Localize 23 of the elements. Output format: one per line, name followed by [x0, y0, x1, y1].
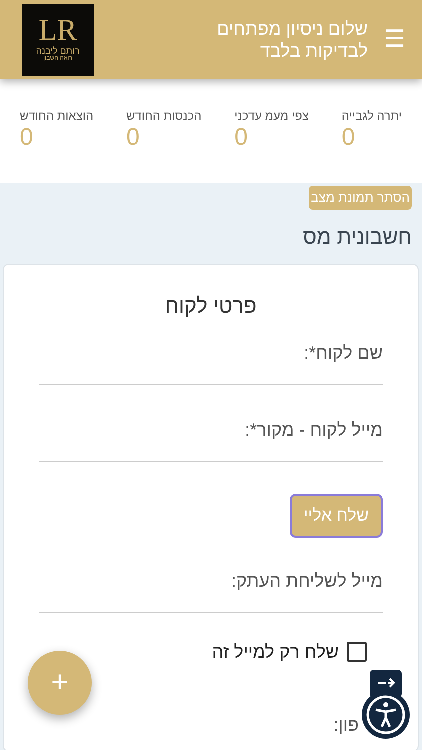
stat-value: 0: [126, 125, 140, 151]
hide-snapshot-button[interactable]: הסתר תמונת מצב: [309, 186, 412, 210]
card-title: פרטי לקוח: [164, 294, 258, 320]
checkbox[interactable]: [347, 642, 367, 662]
field-label: שם לקוח*:: [303, 342, 383, 365]
accessibility-widget-icon[interactable]: [361, 670, 411, 740]
menu-button[interactable]: ☰: [384, 28, 406, 52]
logo-monogram: LR: [38, 16, 78, 46]
checkbox-label: שלח רק למייל זה: [212, 640, 339, 664]
stat-label: יתרה לגבייה: [342, 108, 402, 125]
greeting-text: שלום ניסיון מפתחים לבדיקות בלבד: [216, 18, 368, 62]
stat-value: 0: [342, 125, 356, 151]
send-button[interactable]: שלח אליי: [290, 494, 383, 538]
field-label: מייל לקוח - מקור*:: [244, 419, 383, 442]
stat-value: 0: [234, 125, 248, 151]
stat-label: צפי מעמ עדכני: [234, 108, 309, 125]
field-label: מייל לשליחת העתק:: [230, 570, 383, 592]
stat-label: הוצאות החודש: [20, 108, 94, 125]
logo-name: רותם ליבנה: [36, 46, 80, 56]
field-label: פון:: [334, 714, 359, 736]
stat-label: הכנסות החודש: [126, 108, 202, 125]
stat-value: 0: [20, 125, 34, 151]
page-title: חשבונית מס: [302, 225, 412, 251]
